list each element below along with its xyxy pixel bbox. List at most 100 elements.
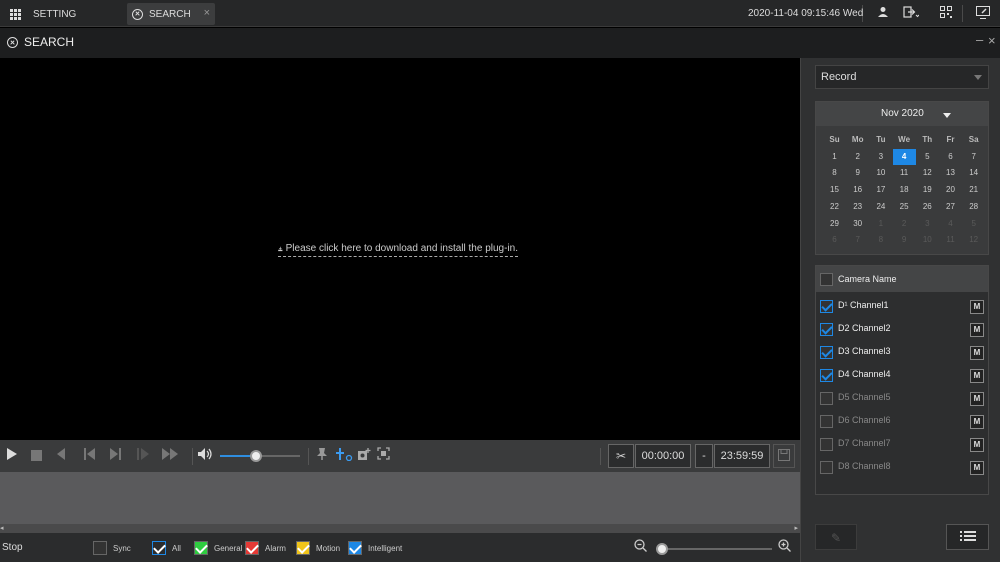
tab-close-icon[interactable]: × xyxy=(204,7,210,19)
calendar-day[interactable]: 24 xyxy=(869,199,892,215)
zoom-in-icon[interactable] xyxy=(778,539,791,555)
calendar-day[interactable]: 15 xyxy=(823,182,846,198)
filter-checkbox-alarm[interactable] xyxy=(245,541,259,555)
logout-icon[interactable] xyxy=(903,6,920,21)
close-button[interactable]: × xyxy=(988,33,996,48)
zoom-out-icon[interactable] xyxy=(634,539,647,555)
calendar-day[interactable]: 11 xyxy=(939,232,962,248)
disabled-action-button[interactable]: ✎ xyxy=(815,524,857,550)
list-view-button[interactable] xyxy=(946,524,989,550)
calendar-day[interactable]: 10 xyxy=(869,165,892,181)
calendar-day[interactable]: 18 xyxy=(893,182,916,198)
calendar-day[interactable]: 3 xyxy=(916,216,939,232)
plugin-download-link[interactable]: Please click here to download and instal… xyxy=(278,241,518,257)
next-frame-icon[interactable] xyxy=(108,447,122,464)
chevron-down-icon[interactable] xyxy=(943,113,951,118)
camera-main-stream-button[interactable]: M xyxy=(970,392,984,406)
play-icon[interactable] xyxy=(6,447,18,464)
video-area[interactable]: Please click here to download and instal… xyxy=(0,58,800,440)
slow-icon[interactable] xyxy=(136,447,150,464)
camera-checkbox[interactable] xyxy=(820,392,833,405)
calendar-month[interactable]: Nov 2020 xyxy=(881,108,924,119)
minimize-button[interactable]: – xyxy=(976,32,983,47)
record-type-select[interactable]: Record xyxy=(815,65,989,89)
save-clip-button[interactable] xyxy=(773,444,795,468)
tab-setting[interactable]: SETTING xyxy=(0,3,124,25)
camera-row[interactable]: D3 Channel3 M xyxy=(816,341,988,364)
calendar-day[interactable]: 22 xyxy=(823,199,846,215)
tab-search[interactable]: SEARCH × xyxy=(127,3,215,25)
calendar-day[interactable]: 8 xyxy=(869,232,892,248)
prev-frame-icon[interactable] xyxy=(83,447,97,464)
camera-row[interactable]: D6 Channel6 M xyxy=(816,410,988,433)
scroll-left-icon[interactable]: ◂ xyxy=(0,524,4,532)
camera-checkbox[interactable] xyxy=(820,415,833,428)
add-tag-icon[interactable] xyxy=(335,447,353,464)
calendar-day[interactable]: 19 xyxy=(916,182,939,198)
calendar-day[interactable]: 14 xyxy=(962,165,985,181)
calendar-day[interactable]: 12 xyxy=(962,232,985,248)
start-time-input[interactable]: 00:00:00 xyxy=(635,444,691,468)
clip-button[interactable]: ✂ xyxy=(608,444,634,468)
calendar-day[interactable]: 7 xyxy=(962,149,985,165)
qrcode-icon[interactable] xyxy=(940,6,952,21)
select-all-checkbox[interactable] xyxy=(820,273,833,286)
calendar-day[interactable]: 1 xyxy=(823,149,846,165)
calendar-day[interactable]: 7 xyxy=(846,232,869,248)
camera-checkbox[interactable] xyxy=(820,300,833,313)
camera-main-stream-button[interactable]: M xyxy=(970,346,984,360)
zoom-slider-track[interactable] xyxy=(660,548,772,550)
calendar-day[interactable]: 4 xyxy=(892,148,916,165)
timeline-scrollbar[interactable]: ◂ ▸ xyxy=(0,524,800,533)
camera-checkbox[interactable] xyxy=(820,369,833,382)
filter-checkbox-intelligent[interactable] xyxy=(348,541,362,555)
camera-main-stream-button[interactable]: M xyxy=(970,415,984,429)
camera-main-stream-button[interactable]: M xyxy=(970,369,984,383)
calendar-day[interactable]: 2 xyxy=(846,149,869,165)
snapshot-icon[interactable] xyxy=(356,447,372,464)
calendar-day[interactable]: 25 xyxy=(893,199,916,215)
camera-checkbox[interactable] xyxy=(820,346,833,359)
calendar-day[interactable]: 13 xyxy=(939,165,962,181)
calendar-day[interactable]: 12 xyxy=(916,165,939,181)
calendar-day[interactable]: 6 xyxy=(823,232,846,248)
camera-row[interactable]: D¹ Channel1 M xyxy=(816,295,988,318)
calendar-day[interactable]: 16 xyxy=(846,182,869,198)
calendar-day[interactable]: 3 xyxy=(869,149,892,165)
calendar-day[interactable]: 5 xyxy=(916,149,939,165)
filter-checkbox-motion[interactable] xyxy=(296,541,310,555)
camera-main-stream-button[interactable]: M xyxy=(970,461,984,475)
calendar-day[interactable]: 2 xyxy=(893,216,916,232)
calendar-day[interactable]: 23 xyxy=(846,199,869,215)
pin-icon[interactable] xyxy=(316,447,328,464)
calendar-day[interactable]: 27 xyxy=(939,199,962,215)
calendar-day[interactable]: 26 xyxy=(916,199,939,215)
calendar-day[interactable]: 4 xyxy=(939,216,962,232)
calendar-day[interactable]: 20 xyxy=(939,182,962,198)
calendar-header[interactable]: Nov 2020 xyxy=(816,102,988,126)
fast-icon[interactable] xyxy=(161,447,179,464)
calendar-day[interactable]: 10 xyxy=(916,232,939,248)
camera-row[interactable]: D8 Channel8 M xyxy=(816,456,988,479)
calendar-day[interactable]: 21 xyxy=(962,182,985,198)
camera-main-stream-button[interactable]: M xyxy=(970,300,984,314)
camera-row[interactable]: D5 Channel5 M xyxy=(816,387,988,410)
filter-checkbox-all[interactable] xyxy=(152,541,166,555)
camera-checkbox[interactable] xyxy=(820,438,833,451)
end-time-input[interactable]: 23:59:59 xyxy=(714,444,770,468)
camera-checkbox[interactable] xyxy=(820,323,833,336)
volume-slider-knob[interactable] xyxy=(250,450,262,462)
volume-icon[interactable] xyxy=(197,447,213,464)
stop-icon[interactable] xyxy=(31,449,42,464)
monitor-icon[interactable] xyxy=(976,6,990,22)
camera-row[interactable]: D4 Channel4 M xyxy=(816,364,988,387)
calendar-day[interactable]: 1 xyxy=(869,216,892,232)
calendar-day[interactable]: 8 xyxy=(823,165,846,181)
user-icon[interactable] xyxy=(877,6,889,21)
scroll-right-icon[interactable]: ▸ xyxy=(794,524,798,532)
camera-main-stream-button[interactable]: M xyxy=(970,438,984,452)
calendar-day[interactable]: 17 xyxy=(869,182,892,198)
camera-main-stream-button[interactable]: M xyxy=(970,323,984,337)
camera-row[interactable]: D2 Channel2 M xyxy=(816,318,988,341)
calendar-day[interactable]: 9 xyxy=(846,165,869,181)
